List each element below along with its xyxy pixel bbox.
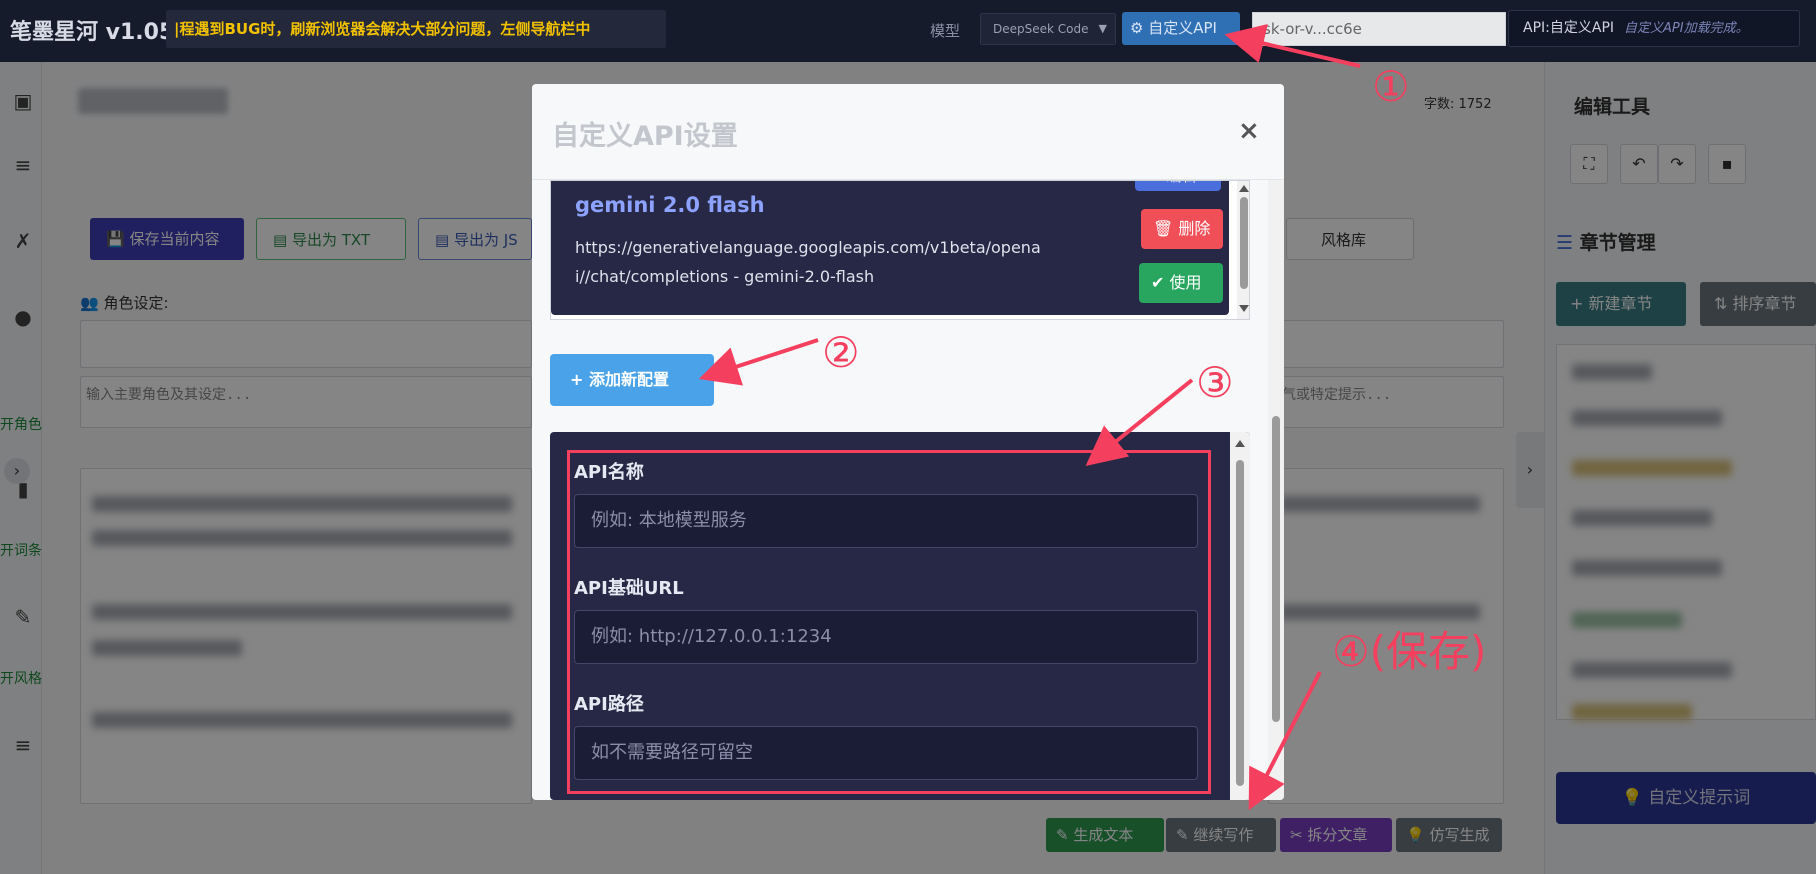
scrollbar-thumb[interactable] <box>1236 460 1244 786</box>
form-scrollbar[interactable] <box>1230 432 1250 800</box>
modal-header: 自定义API设置 × <box>532 84 1284 180</box>
scroll-down-icon[interactable] <box>1239 305 1249 312</box>
scrollbar-thumb[interactable] <box>1272 416 1280 722</box>
close-icon[interactable]: × <box>1238 116 1260 146</box>
config-url: https://generativelanguage.googleapis.co… <box>575 238 1041 286</box>
step2-marker: ② <box>822 328 860 377</box>
scroll-up-icon[interactable] <box>1239 185 1249 192</box>
notice-banner: |程遇到BUG时，刷新浏览器会解决大部分问题，左侧导航栏中 <box>166 10 666 48</box>
delete-config-label: 删除 <box>1178 219 1211 238</box>
delete-config-button[interactable]: 🗑 删除 <box>1141 209 1223 249</box>
top-bar: 笔墨星河 v1.05 |程遇到BUG时，刷新浏览器会解决大部分问题，左侧导航栏中… <box>0 0 1816 62</box>
chevron-down-icon: ▼ <box>1098 22 1107 35</box>
step1-marker: ① <box>1372 62 1410 111</box>
api-config-list: ✎ 编辑 gemini 2.0 flash https://generative… <box>550 180 1250 320</box>
config-list-scrollbar[interactable] <box>1237 181 1249 319</box>
use-config-label: 使用 <box>1169 273 1202 292</box>
api-status-label: API:自定义API <box>1523 20 1615 36</box>
modal-title: 自定义API设置 <box>552 121 738 152</box>
gear-icon: ⚙ <box>1130 19 1144 37</box>
plus-icon: + <box>570 370 584 389</box>
api-status-box: API:自定义API 自定义API加载完成。 <box>1508 10 1800 47</box>
custom-api-label: 自定义API <box>1148 19 1217 37</box>
modal-scrollbar[interactable] <box>1268 180 1284 800</box>
api-config-card: ✎ 编辑 gemini 2.0 flash https://generative… <box>551 181 1229 315</box>
highlight-box <box>567 450 1211 794</box>
check-icon: ✔ <box>1151 273 1165 292</box>
scrollbar-thumb[interactable] <box>1240 197 1248 289</box>
step3-marker: ③ <box>1196 358 1234 407</box>
model-label: 模型 <box>930 22 961 40</box>
model-select[interactable]: DeepSeek Code ▼ <box>980 13 1116 45</box>
add-config-label: 添加新配置 <box>588 370 669 389</box>
add-config-button[interactable]: + 添加新配置 <box>550 354 714 406</box>
config-name: gemini 2.0 flash <box>575 193 765 217</box>
use-config-button[interactable]: ✔ 使用 <box>1139 263 1223 303</box>
scroll-up-icon[interactable] <box>1235 440 1245 447</box>
custom-api-button[interactable]: ⚙ 自定义API <box>1122 12 1240 45</box>
edit-icon: ✎ <box>1149 181 1162 185</box>
model-select-value: DeepSeek Code <box>993 22 1089 36</box>
edit-config-label: 编辑 <box>1166 181 1196 185</box>
api-status-message: 自定义API加载完成。 <box>1624 21 1749 36</box>
edit-config-button[interactable]: ✎ 编辑 <box>1135 181 1221 191</box>
api-key-input[interactable]: sk-or-v...cc6e <box>1252 12 1506 46</box>
app-title: 笔墨星河 v1.05 <box>10 20 175 45</box>
step4-marker: ④(保存) <box>1332 627 1487 676</box>
trash-icon: 🗑 <box>1153 219 1174 238</box>
